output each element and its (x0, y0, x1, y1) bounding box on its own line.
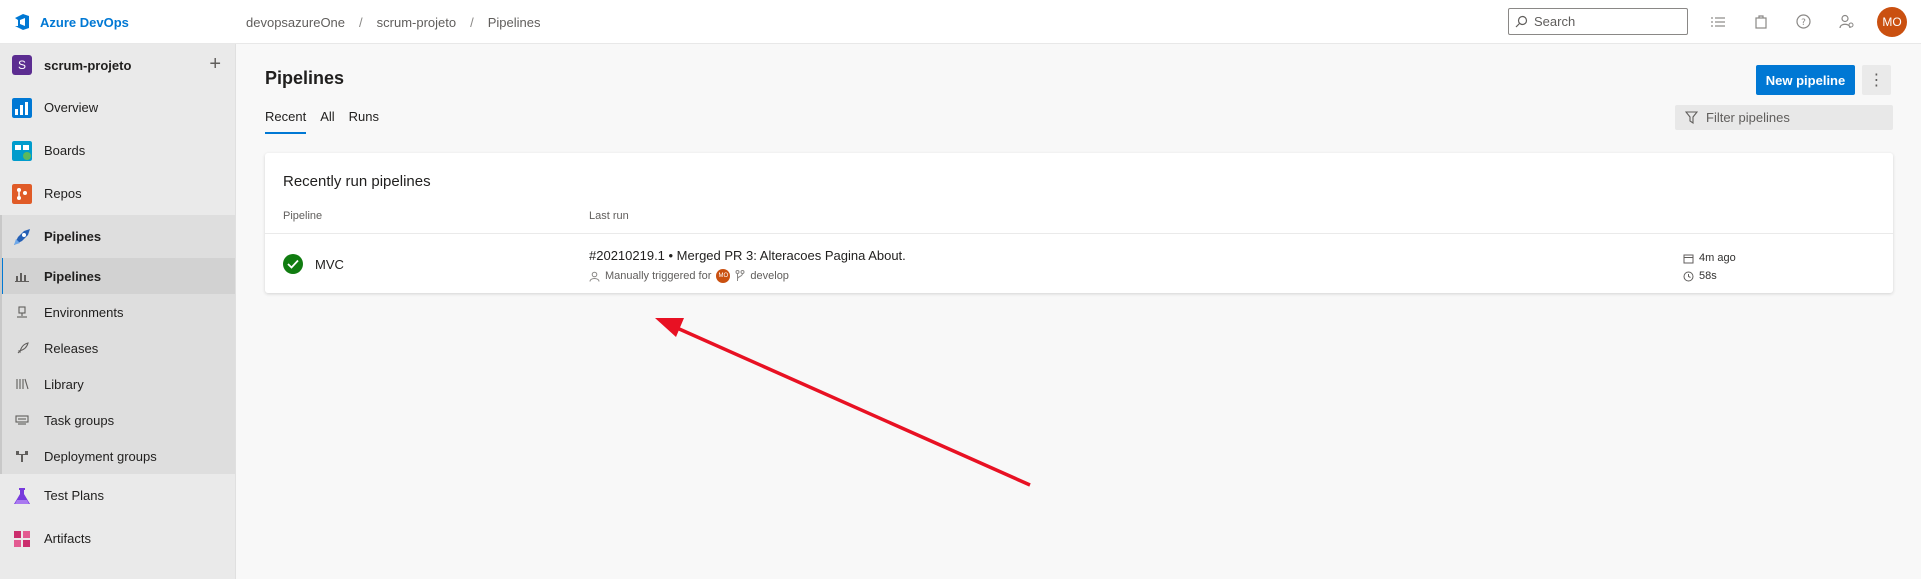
test-plans-icon (14, 487, 30, 504)
sidebar-subitem-deployment-groups[interactable]: Deployment groups (0, 438, 235, 474)
tab-all[interactable]: All (320, 109, 334, 134)
breadcrumb-separator: / (470, 15, 474, 30)
run-ago: 4m ago (1699, 252, 1736, 264)
card-title: Recently run pipelines (283, 173, 431, 190)
trigger-text: Manually triggered for (605, 270, 712, 282)
branch-name: develop (750, 270, 789, 282)
repos-icon (12, 183, 32, 204)
trigger-user-avatar: MO (716, 269, 731, 283)
help-icon[interactable]: ? (1794, 12, 1813, 31)
top-bar: Azure DevOps devopsazureOne / scrum-proj… (0, 0, 1921, 44)
filter-input[interactable]: Filter pipelines (1675, 105, 1893, 130)
task-groups-icon (14, 413, 30, 427)
sidebar-item-label: Repos (44, 186, 82, 201)
top-icons: ? (1708, 12, 1856, 31)
sidebar-subitem-environments[interactable]: Environments (0, 294, 235, 330)
sidebar-subitem-releases[interactable]: Releases (0, 330, 235, 366)
pipelines-icon (14, 228, 30, 245)
sidebar-subitem-label: Task groups (44, 412, 115, 428)
column-header-pipeline: Pipeline (283, 210, 323, 222)
sidebar-subitem-task-groups[interactable]: Task groups (0, 402, 235, 438)
pipelines-sub-icon (14, 269, 30, 283)
breadcrumb-project[interactable]: scrum-projeto (377, 15, 456, 30)
library-icon (14, 377, 30, 391)
breadcrumb-separator: / (359, 15, 363, 30)
add-icon[interactable]: + (209, 54, 221, 74)
divider (265, 233, 1893, 234)
run-title[interactable]: #20210219.1 • Merged PR 3: Alteracoes Pa… (589, 248, 906, 263)
brand[interactable]: Azure DevOps (12, 12, 129, 32)
breadcrumb-org[interactable]: devopsazureOne (246, 15, 345, 30)
sidebar-subitem-pipelines[interactable]: Pipelines (0, 258, 235, 294)
run-meta: Manually triggered for MO develop (589, 269, 789, 283)
sidebar-item-label: Pipelines (44, 229, 102, 244)
project-header[interactable]: S scrum-projeto + (0, 44, 235, 86)
overview-icon (12, 97, 32, 118)
boards-icon (12, 140, 32, 161)
breadcrumb: devopsazureOne / scrum-projeto / Pipelin… (246, 15, 541, 30)
filter-placeholder: Filter pipelines (1706, 110, 1790, 125)
user-avatar[interactable]: MO (1877, 7, 1907, 37)
sidebar-item-repos[interactable]: Repos (0, 172, 235, 215)
clock-icon (1683, 271, 1694, 281)
sidebar: S scrum-projeto + Overview Boards Repos … (0, 44, 236, 579)
breadcrumb-page[interactable]: Pipelines (488, 15, 541, 30)
sidebar-item-test-plans[interactable]: Test Plans (0, 474, 235, 517)
pipeline-name[interactable]: MVC (315, 257, 344, 272)
more-options-button[interactable]: ⋮ (1862, 65, 1891, 95)
sidebar-subitem-label: Deployment groups (44, 448, 157, 464)
sidebar-subitem-library[interactable]: Library (0, 366, 235, 402)
tab-recent[interactable]: Recent (265, 109, 307, 134)
search-icon (1515, 15, 1528, 28)
search-placeholder: Search (1534, 14, 1576, 29)
user-settings-icon[interactable] (1837, 12, 1856, 31)
active-group-indicator (0, 215, 2, 474)
artifacts-icon (14, 530, 30, 547)
sidebar-subitem-label: Pipelines (44, 268, 102, 284)
sidebar-item-artifacts[interactable]: Artifacts (0, 517, 235, 560)
calendar-icon (1683, 254, 1694, 263)
brand-label: Azure DevOps (40, 14, 129, 30)
sidebar-item-label: Artifacts (44, 531, 91, 546)
pipelines-group: Pipelines Pipelines Environments Release… (0, 215, 235, 474)
tab-runs[interactable]: Runs (349, 109, 379, 134)
deployment-groups-icon (14, 449, 30, 463)
filter-icon (1685, 111, 1698, 124)
sidebar-item-boards[interactable]: Boards (0, 129, 235, 172)
sidebar-item-label: Overview (44, 100, 99, 115)
sidebar-item-pipelines[interactable]: Pipelines (0, 215, 235, 258)
run-duration: 58s (1699, 270, 1717, 282)
project-badge: S (12, 55, 32, 75)
tab-bar: Recent All Runs (265, 109, 379, 134)
marketplace-bag-icon[interactable] (1751, 12, 1770, 31)
environments-icon (14, 305, 30, 319)
column-header-last-run: Last run (589, 210, 629, 222)
page-title: Pipelines (265, 68, 345, 88)
success-status-icon (283, 254, 303, 274)
sidebar-subitem-label: Library (44, 376, 84, 392)
search-input[interactable]: Search (1508, 8, 1688, 35)
sidebar-item-overview[interactable]: Overview (0, 86, 235, 129)
list-settings-icon[interactable] (1708, 12, 1727, 31)
sidebar-item-label: Test Plans (44, 488, 104, 503)
sidebar-item-label: Boards (44, 143, 86, 158)
sidebar-subitem-label: Environments (44, 304, 124, 320)
azure-devops-logo-icon (15, 14, 29, 30)
sidebar-subitem-label: Releases (44, 340, 99, 356)
new-pipeline-button[interactable]: New pipeline (1756, 65, 1855, 95)
person-icon (589, 271, 600, 282)
recent-pipelines-card: Recently run pipelines Pipeline Last run… (265, 153, 1893, 293)
rocket-icon (14, 341, 30, 355)
run-time: 4m ago 58s (1683, 249, 1736, 285)
svg-text:?: ? (1801, 18, 1806, 28)
project-name: scrum-projeto (44, 57, 132, 73)
branch-icon (735, 270, 745, 281)
